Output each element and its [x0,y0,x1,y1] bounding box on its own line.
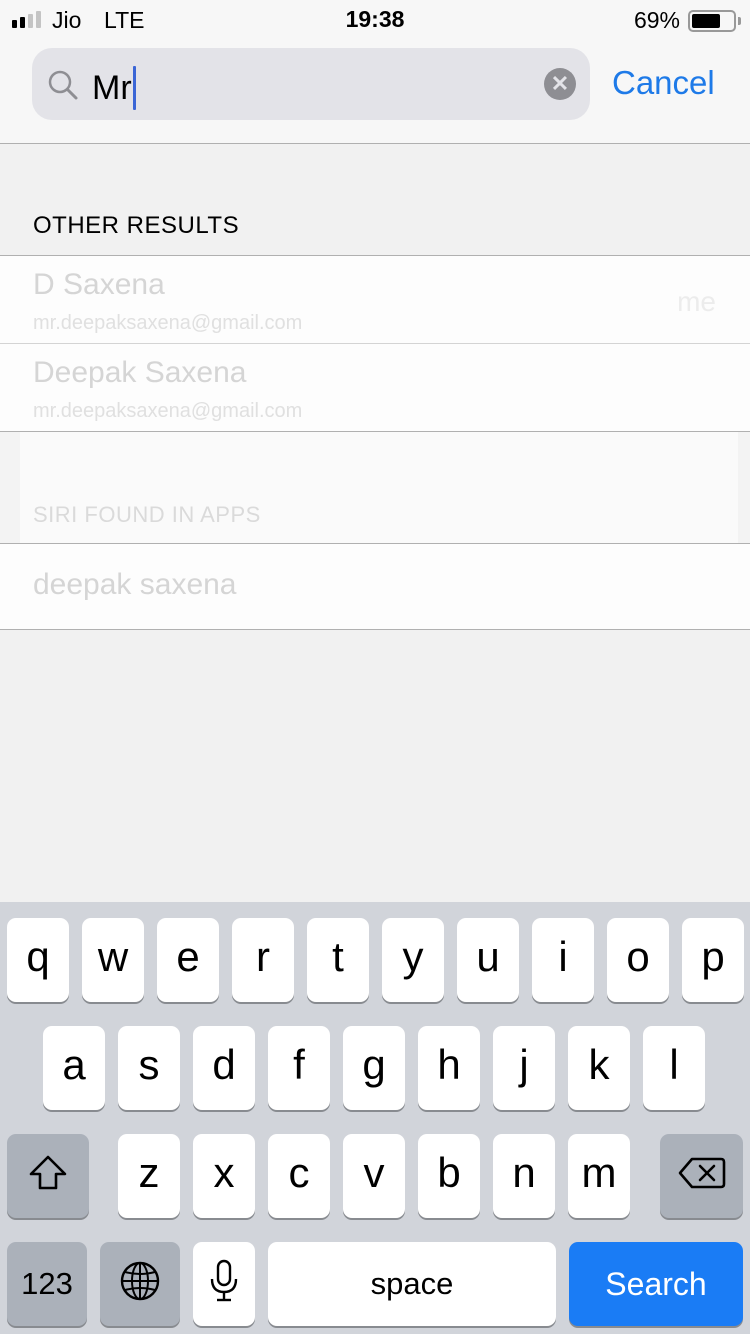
search-query: Mr [92,68,132,107]
key-b[interactable]: b [418,1134,480,1218]
key-x[interactable]: x [193,1134,255,1218]
key-u[interactable]: u [457,918,519,1002]
cancel-button[interactable]: Cancel [612,64,715,102]
siri-result-name: deepak saxena [33,568,237,601]
numbers-key[interactable]: 123 [7,1242,87,1326]
microphone-icon [209,1259,239,1303]
list-item[interactable]: D Saxena mr.deepaksaxena@gmail.com me [0,256,750,344]
key-h[interactable]: h [418,1026,480,1110]
list-item[interactable]: Deepak Saxena mr.deepaksaxena@gmail.com [0,344,750,432]
siri-section: SIRI FOUND IN APPS [0,431,750,543]
keyboard: qwertyuiop asdfghjkl zxcvbnm 123 space S… [0,902,750,1334]
key-i[interactable]: i [532,918,594,1002]
key-z[interactable]: z [118,1134,180,1218]
clear-x-icon: ✕ [550,71,570,96]
section-header-siri: SIRI FOUND IN APPS [33,502,261,527]
search-key[interactable]: Search [569,1242,743,1326]
globe-key[interactable] [100,1242,180,1326]
section-header-other-results: OTHER RESULTS [33,212,240,239]
contact-tag: me [677,286,716,317]
key-a[interactable]: a [43,1026,105,1110]
shift-icon [28,1154,68,1192]
battery-cap [738,17,741,25]
delete-key[interactable] [660,1134,743,1218]
key-c[interactable]: c [268,1134,330,1218]
contact-email: mr.deepaksaxena@gmail.com [33,400,303,422]
key-g[interactable]: g [343,1026,405,1110]
backspace-icon [678,1156,726,1190]
list-item[interactable]: deepak saxena [0,543,750,630]
shift-key[interactable] [7,1134,89,1218]
key-m[interactable]: m [568,1134,630,1218]
search-header: Mr ✕ Cancel [0,40,750,144]
key-k[interactable]: k [568,1026,630,1110]
key-s[interactable]: s [118,1026,180,1110]
search-field[interactable]: Mr ✕ [32,48,590,120]
battery-level [692,14,720,28]
key-t[interactable]: t [307,918,369,1002]
key-l[interactable]: l [643,1026,705,1110]
key-r[interactable]: r [232,918,294,1002]
key-j[interactable]: j [493,1026,555,1110]
key-q[interactable]: q [7,918,69,1002]
space-key[interactable]: space [268,1242,556,1326]
magnifier-icon [46,68,80,102]
key-o[interactable]: o [607,918,669,1002]
key-v[interactable]: v [343,1134,405,1218]
contact-name: D Saxena [33,268,165,301]
contact-email: mr.deepaksaxena@gmail.com [33,312,303,334]
key-d[interactable]: d [193,1026,255,1110]
contact-name: Deepak Saxena [33,356,247,389]
battery-percent: 69% [633,7,680,33]
key-f[interactable]: f [268,1026,330,1110]
search-input[interactable]: Mr [92,66,136,110]
clear-search-button[interactable]: ✕ [544,68,576,100]
globe-icon [119,1260,161,1302]
key-e[interactable]: e [157,918,219,1002]
text-caret [132,66,136,110]
battery-icon [688,10,736,32]
key-p[interactable]: p [682,918,744,1002]
key-n[interactable]: n [493,1134,555,1218]
key-y[interactable]: y [382,918,444,1002]
key-w[interactable]: w [82,918,144,1002]
status-bar: Jio LTE 19:38 69% [0,0,750,40]
other-results-list: D Saxena mr.deepaksaxena@gmail.com me De… [0,255,750,432]
dictation-key[interactable] [193,1242,255,1326]
